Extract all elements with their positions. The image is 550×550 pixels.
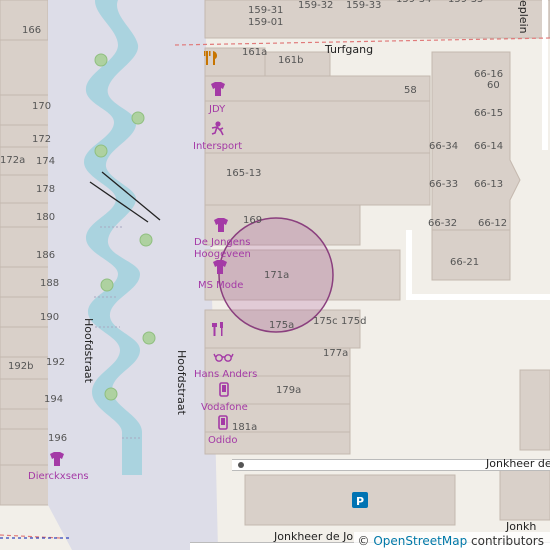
housenumber-179a: 179a [276,385,301,396]
housenumber-66-16: 66-16 [474,69,503,80]
map-svg[interactable]: P 159-31 159-01 159-32 159-33 159-34 159… [0,0,550,550]
street-jonkheer-right: Jonkheer de [485,457,550,470]
housenumber-159-32: 159-32 [298,0,333,11]
poi-dejongens-label-1: De Jongens [194,237,250,248]
housenumber-172: 172 [32,134,51,145]
parking-bicycle-icon: P [352,492,368,508]
housenumber-66-14: 66-14 [474,141,503,152]
road-end-dot [238,462,244,468]
housenumber-196: 196 [48,433,67,444]
attribution-suffix: contributors [471,534,544,548]
housenumber-174: 174 [36,156,55,167]
street-hoofdstraat-left: Hoofdstraat [82,318,95,384]
poi-hansanders-label: Hans Anders [194,369,257,380]
poi-odido-label: Odido [208,435,237,446]
housenumber-188: 188 [40,278,59,289]
housenumber-159-01: 159-01 [248,17,283,28]
housenumber-177a: 177a [323,348,348,359]
housenumber-172a: 172a [0,155,25,166]
attribution: © OpenStreetMap contributors [353,532,550,550]
poi-vodafone-label: Vodafone [201,402,248,413]
attribution-link[interactable]: OpenStreetMap [373,534,467,548]
housenumber-161a: 161a [242,47,267,58]
housenumber-190: 190 [40,312,59,323]
housenumber-60: 60 [487,80,500,91]
housenumber-66-15: 66-15 [474,108,503,119]
housenumber-178: 178 [36,184,55,195]
housenumber-159-31: 159-31 [248,5,283,16]
copyright-symbol: © [357,534,370,548]
housenumber-66-21: 66-21 [450,257,479,268]
housenumber-66-12: 66-12 [478,218,507,229]
housenumber-170: 170 [32,101,51,112]
street-jonkheer-bottom: Jonkheer de Jo [273,530,353,543]
housenumber-66-32: 66-32 [428,218,457,229]
poi-intersport-label: Intersport [193,141,242,152]
housenumber-194: 194 [44,394,63,405]
street-hoofdstraat-right: Hoofdstraat [175,350,188,416]
housenumber-169: 169 [243,215,262,226]
housenumber-66-34: 66-34 [429,141,458,152]
housenumber-159-34: 159-34 [396,0,431,5]
street-plein-top: eplein [517,0,530,34]
housenumber-180: 180 [36,212,55,223]
housenumber-159-33: 159-33 [346,0,381,11]
housenumber-175a: 175a [269,320,294,331]
street-turfgang: Turfgang [324,43,373,56]
housenumber-166: 166 [22,25,41,36]
poi-dejongens-label-2: Hoogeveen [194,249,251,260]
housenumber-186: 186 [36,250,55,261]
housenumber-66-33: 66-33 [429,179,458,190]
housenumber-165-13: 165-13 [226,168,261,179]
housenumber-159-35: 159-35 [448,0,483,5]
poi-msmode-label: MS Mode [198,280,243,291]
housenumber-175d: 175d [341,316,366,327]
housenumber-192b: 192b [8,361,33,372]
map-canvas[interactable]: P 159-31 159-01 159-32 159-33 159-34 159… [0,0,550,550]
poi-jdy-label: JDY [208,104,226,115]
housenumber-58: 58 [404,85,417,96]
housenumber-161b: 161b [278,55,303,66]
housenumber-175c: 175c [313,316,338,327]
housenumber-192: 192 [46,357,65,368]
housenumber-66-13: 66-13 [474,179,503,190]
poi-dierckxsens-label: Dierckxsens [28,471,89,482]
svg-text:P: P [356,495,364,508]
housenumber-171a: 171a [264,270,289,281]
housenumber-181a: 181a [232,422,257,433]
